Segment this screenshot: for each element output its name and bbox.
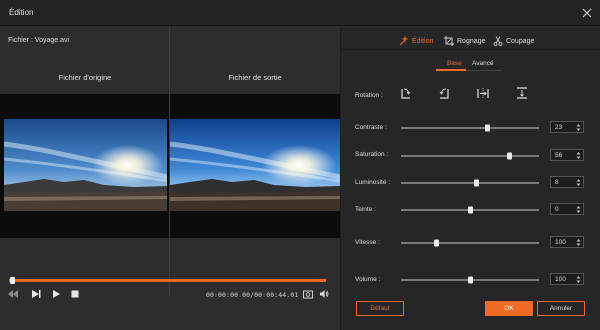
flip-horizontal-icon[interactable] — [476, 86, 490, 100]
ok-button[interactable]: OK — [485, 301, 533, 316]
saturation-value-field[interactable]: 56 — [550, 149, 584, 161]
teinte-value-field[interactable]: 0 — [550, 203, 584, 215]
luminosite-value: 8 — [555, 179, 559, 186]
title-bar: Édition — [0, 0, 600, 26]
edit-dialog: Édition Fichier : Voyage.avi Fichier d'o… — [0, 0, 600, 330]
stepper-icon[interactable] — [576, 238, 581, 247]
saturation-value: 56 — [555, 152, 563, 159]
play-advance-icon[interactable] — [31, 289, 41, 299]
volume-slider[interactable] — [401, 276, 539, 284]
rotate-counterclockwise-icon[interactable] — [437, 86, 451, 100]
tab-rognage-label: Rognage — [457, 37, 486, 45]
original-video-frame — [4, 119, 167, 211]
tab-avance[interactable]: Avancé — [472, 60, 494, 67]
luminosite-value-field[interactable]: 8 — [550, 176, 584, 188]
saturation-label: Saturation : — [355, 151, 389, 158]
timecode-display: 00:00:00.00/00:00:44.01 — [206, 291, 299, 299]
tab-coupage[interactable]: Coupage — [493, 35, 534, 47]
vitesse-value: 100 — [555, 239, 566, 246]
file-name-label: Fichier : Voyage.avi — [8, 37, 70, 44]
close-icon[interactable] — [581, 7, 593, 19]
tab-rognage[interactable]: Rognage — [444, 35, 485, 47]
luminosite-slider[interactable] — [401, 179, 539, 187]
volume-label: Volume : — [355, 276, 381, 283]
luminosite-slider-knob[interactable] — [473, 179, 479, 187]
active-tab-indicator — [436, 69, 466, 71]
stop-icon[interactable] — [70, 289, 80, 299]
luminosite-label: Luminosité : — [355, 179, 391, 186]
settings-panel: Édition Rognage Coupage Base Avancé Rota… — [340, 27, 600, 330]
rewind-icon[interactable] — [8, 289, 18, 299]
teinte-label: Teinte : — [355, 206, 376, 213]
stepper-icon[interactable] — [576, 275, 581, 284]
window-title: Édition — [9, 8, 34, 17]
volume-icon[interactable] — [319, 289, 329, 299]
tab-coupage-label: Coupage — [506, 37, 535, 45]
crop-icon — [444, 36, 454, 46]
default-button[interactable]: Défaut — [356, 301, 404, 316]
cancel-button[interactable]: Annuler — [537, 301, 585, 316]
timeline-track[interactable] — [9, 279, 326, 282]
vitesse-value-field[interactable]: 100 — [550, 236, 584, 248]
contraste-label: Contraste : — [355, 124, 387, 131]
volume-value-field[interactable]: 100 — [550, 273, 584, 285]
stepper-icon[interactable] — [576, 151, 581, 160]
timeline-progress — [9, 279, 326, 282]
saturation-slider-knob[interactable] — [506, 152, 512, 160]
play-icon[interactable] — [51, 289, 61, 299]
rotate-clockwise-icon[interactable] — [399, 86, 413, 100]
vitesse-label: Vitesse : — [355, 239, 380, 246]
stepper-icon[interactable] — [576, 178, 581, 187]
contraste-slider-knob[interactable] — [484, 124, 490, 132]
contraste-value-field[interactable]: 23 — [550, 121, 584, 133]
player-controls: 00:00:00.00/00:00:44.01 — [0, 285, 340, 303]
sub-tabs: Base Avancé — [436, 60, 501, 71]
teinte-slider-knob[interactable] — [468, 206, 473, 214]
tab-divider — [341, 49, 600, 50]
original-preview-title: Fichier d'origine — [58, 73, 112, 82]
saturation-slider[interactable] — [401, 152, 539, 160]
output-preview-title: Fichier de sortie — [228, 73, 282, 82]
original-video-preview — [0, 94, 169, 238]
tab-base[interactable]: Base — [447, 60, 462, 67]
snapshot-icon[interactable] — [303, 289, 313, 299]
tool-tabs: Édition Rognage Coupage — [341, 35, 600, 49]
contraste-slider[interactable] — [401, 124, 539, 132]
output-video-preview — [170, 94, 340, 238]
stepper-icon[interactable] — [576, 123, 581, 132]
scissors-icon — [493, 36, 503, 46]
tab-edition[interactable]: Édition — [399, 35, 433, 47]
volume-value: 100 — [555, 276, 566, 283]
edit-wand-icon — [399, 36, 409, 46]
timeline-playhead[interactable] — [10, 277, 16, 284]
teinte-slider[interactable] — [401, 206, 539, 214]
vitesse-slider-knob[interactable] — [433, 239, 439, 247]
output-video-frame — [170, 119, 340, 211]
rotation-label: Rotation : — [355, 92, 383, 99]
teinte-value: 0 — [555, 206, 559, 213]
stepper-icon[interactable] — [576, 205, 581, 214]
vitesse-slider[interactable] — [401, 239, 539, 247]
tab-edition-label: Édition — [412, 37, 434, 45]
contraste-value: 23 — [555, 124, 563, 131]
flip-vertical-icon[interactable] — [515, 86, 529, 100]
volume-slider-knob[interactable] — [468, 276, 473, 284]
